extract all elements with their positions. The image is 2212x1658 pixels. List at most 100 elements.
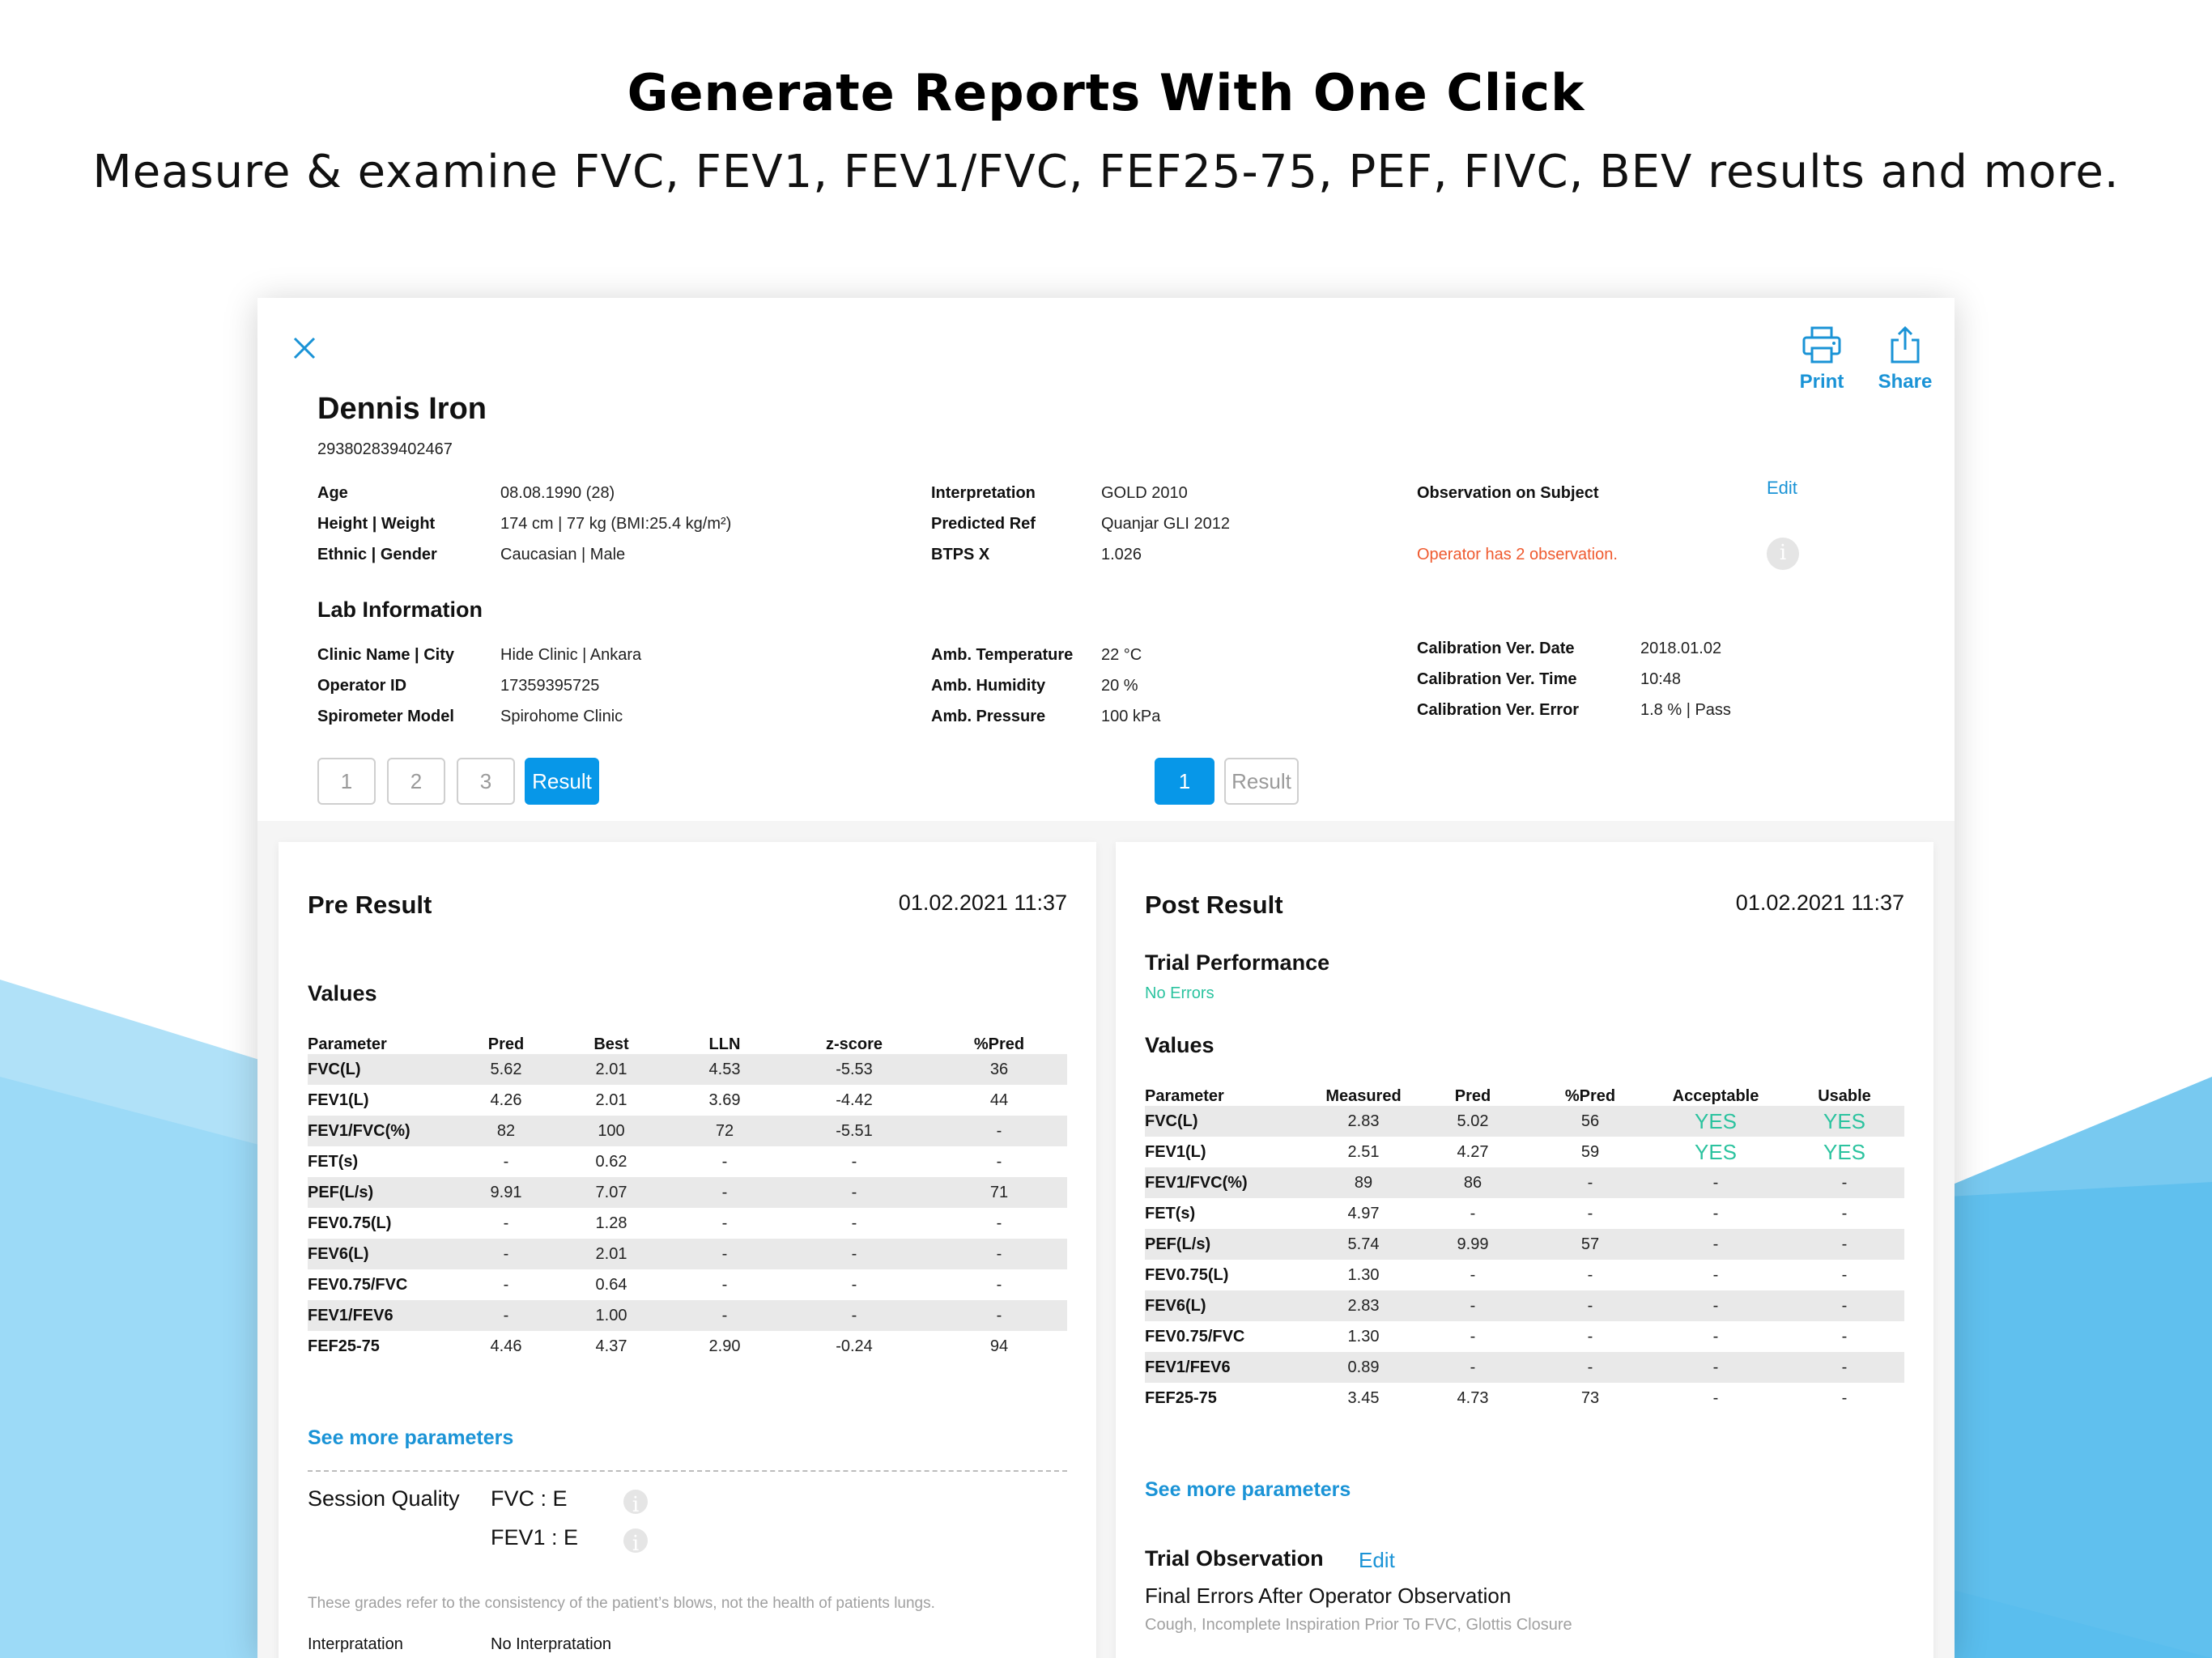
value-cell: - <box>1784 1352 1904 1383</box>
pre-trial-3-button[interactable]: 3 <box>457 758 515 805</box>
value-cell: - <box>931 1239 1067 1269</box>
value-cell: - <box>503 1152 509 1171</box>
value-cell: 1.30 <box>1347 1327 1380 1346</box>
parameter-cell: FEV6(L) <box>308 1239 462 1269</box>
column-header: Best <box>593 1035 629 1053</box>
value-cell: - <box>1841 1388 1848 1407</box>
printer-icon <box>1802 326 1841 363</box>
trial-observation-edit-link[interactable]: Edit <box>1359 1548 1395 1573</box>
pre-result-tab[interactable]: Result <box>525 758 599 805</box>
value-cell: - <box>721 1152 728 1171</box>
session-quality-label: Session Quality <box>308 1486 460 1511</box>
value-cell: 5.02 <box>1412 1106 1534 1137</box>
parameter-cell: FEV1/FEV6 <box>1145 1352 1315 1383</box>
post-values-table: Parameter Measured Pred %Pred Acceptable Usab… <box>1145 1075 1904 1414</box>
value-cell: 4.73 <box>1457 1388 1489 1407</box>
value-cell: - <box>851 1152 857 1171</box>
pressure-label: Amb. Pressure <box>931 708 1046 725</box>
observation-warning: Operator has 2 observation. <box>1417 546 1618 563</box>
value-cell: - <box>1647 1167 1784 1198</box>
column-header: Usable <box>1818 1087 1871 1105</box>
value-cell: - <box>1587 1327 1593 1346</box>
table-row: FEV1/FEV6-1.00- - - <box>308 1300 1067 1331</box>
value-cell: 2.83 <box>1315 1106 1412 1137</box>
fvc-info-icon[interactable] <box>623 1490 648 1517</box>
value-cell: YES <box>1694 1139 1738 1164</box>
post-values-title: Values <box>1145 1033 1214 1057</box>
post-see-more-link[interactable]: See more parameters <box>1145 1478 1351 1502</box>
info-icon[interactable] <box>1767 538 1799 570</box>
value-cell: - <box>462 1300 551 1331</box>
height-weight-value: 174 cm | 77 kg (BMI:25.4 kg/m²) <box>500 515 732 533</box>
pre-trial-1-button[interactable]: 1 <box>317 758 376 805</box>
column-header: Parameter <box>1145 1087 1224 1105</box>
humidity-label: Amb. Humidity <box>931 677 1046 695</box>
pre-trial-2-button[interactable]: 2 <box>387 758 445 805</box>
lab-info-col1: Clinic Name | City Hide Clinic | Ankara O… <box>317 646 884 738</box>
fev1-info-icon[interactable] <box>623 1528 648 1556</box>
column-header: %Pred <box>1564 1087 1616 1105</box>
table-row: FEV0.75(L) 1.30 - - - - <box>1145 1260 1904 1290</box>
humidity-value: 20 % <box>1101 677 1138 695</box>
value-cell: 0.89 <box>1315 1352 1412 1383</box>
pre-result-title: Pre Result <box>308 891 432 919</box>
pre-see-more-link[interactable]: See more parameters <box>308 1426 513 1450</box>
column-header: Parameter <box>308 1035 387 1053</box>
parameter-cell: PEF(L/s) <box>1145 1229 1315 1260</box>
interpretation-label: Interpratation <box>308 1635 403 1653</box>
print-button[interactable]: Print <box>1793 325 1851 393</box>
report-header: Print Share Dennis Iron 293802839402467 … <box>257 298 1955 821</box>
clinic-label: Clinic Name | City <box>317 646 454 664</box>
value-cell: 72 <box>672 1116 777 1146</box>
value-cell: 1.28 <box>595 1214 627 1232</box>
value-cell: - <box>996 1152 1002 1171</box>
value-cell: YES <box>1647 1106 1784 1137</box>
column-header: Pred <box>487 1035 525 1053</box>
value-cell: - <box>1712 1204 1719 1222</box>
parameter-cell: FVC(L) <box>1145 1106 1315 1137</box>
value-cell: - <box>1841 1204 1848 1222</box>
value-cell: - <box>1412 1352 1534 1383</box>
value-cell: - <box>851 1214 857 1232</box>
parameter-cell: FEV0.75/FVC <box>308 1275 408 1294</box>
column-header: LLN <box>708 1035 741 1053</box>
temperature-label: Amb. Temperature <box>931 646 1074 664</box>
value-cell: - <box>721 1214 728 1232</box>
value-cell: 2.01 <box>551 1054 672 1085</box>
value-cell: - <box>1784 1290 1904 1321</box>
value-cell: 4.53 <box>672 1054 777 1085</box>
btps-value: 1.026 <box>1101 546 1142 563</box>
value-cell: -4.42 <box>836 1090 873 1109</box>
value-cell: 7.07 <box>551 1177 672 1208</box>
share-button[interactable]: Share <box>1872 325 1938 393</box>
parameter-cell: FVC(L) <box>308 1054 462 1085</box>
value-cell: - <box>1712 1327 1719 1346</box>
value-cell: 73 <box>1580 1388 1600 1407</box>
value-cell: 2.01 <box>595 1090 627 1109</box>
post-result-tab[interactable]: Result <box>1224 758 1299 805</box>
cal-date-label: Calibration Ver. Date <box>1417 640 1575 657</box>
ethnic-gender-value: Caucasian | Male <box>500 546 626 563</box>
parameter-cell: FEV1(L) <box>1145 1142 1206 1161</box>
value-cell: - <box>1784 1229 1904 1260</box>
value-cell: - <box>462 1239 551 1269</box>
value-cell: 86 <box>1412 1167 1534 1198</box>
value-cell: - <box>1534 1352 1647 1383</box>
value-cell: 57 <box>1534 1229 1647 1260</box>
subject-info-col2: Interpretation GOLD 2010 Predicted Ref Qua… <box>931 484 1336 576</box>
value-cell: 3.45 <box>1347 1388 1380 1407</box>
interpretation-value: GOLD 2010 <box>1101 484 1188 502</box>
post-trial-1-button[interactable]: 1 <box>1155 758 1214 805</box>
table-row: FEV0.75(L) - 1.28 - - - <box>308 1208 1067 1239</box>
column-header: Pred <box>1454 1087 1491 1105</box>
height-weight-label: Height | Weight <box>317 515 436 533</box>
spirometer-value: Spirohome Clinic <box>500 708 623 725</box>
close-icon[interactable] <box>288 332 321 364</box>
value-cell: - <box>721 1275 728 1294</box>
column-header: z-score <box>825 1035 883 1053</box>
value-cell: - <box>1412 1290 1534 1321</box>
observation-edit-link[interactable]: Edit <box>1767 478 1797 499</box>
pre-result-panel: Pre Result 01.02.2021 11:37 Values Param… <box>279 842 1096 1658</box>
parameter-cell: FET(s) <box>1145 1204 1196 1222</box>
parameter-cell: FEV1(L) <box>308 1090 369 1109</box>
